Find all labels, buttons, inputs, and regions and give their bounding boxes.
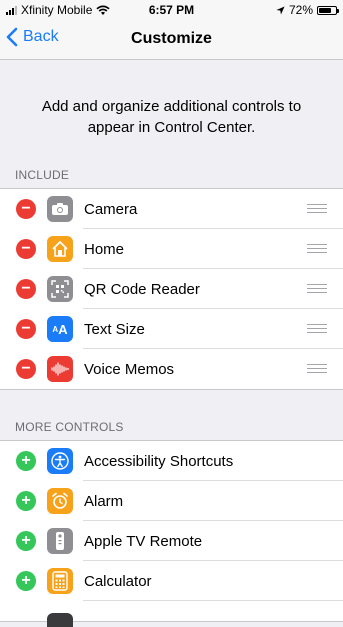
list-item: + Alarm <box>0 481 343 521</box>
status-bar: Xfinity Mobile 6:57 PM 72% <box>0 0 343 20</box>
accessibility-icon <box>47 448 73 474</box>
item-label: Home <box>84 240 125 258</box>
item-label: Calculator <box>84 572 152 590</box>
remove-button[interactable]: − <box>16 319 36 339</box>
include-list: − Camera − Home − QR Code Reader − A A T… <box>0 188 343 390</box>
add-button[interactable]: + <box>16 531 36 551</box>
remove-button[interactable]: − <box>16 359 36 379</box>
item-label: Voice Memos <box>84 360 175 378</box>
item-label: Accessibility Shortcuts <box>84 452 234 470</box>
remove-button[interactable]: − <box>16 199 36 219</box>
item-label: Apple TV Remote <box>84 532 203 550</box>
list-item: − Home <box>0 229 343 269</box>
item-label: Text Size <box>84 320 145 338</box>
add-button[interactable]: + <box>16 571 36 591</box>
more-controls-section-header: MORE CONTROLS <box>15 420 124 434</box>
app-icon <box>47 613 73 627</box>
remove-button[interactable]: − <box>16 239 36 259</box>
item-label: Alarm <box>84 492 124 510</box>
reorder-handle[interactable] <box>307 364 327 374</box>
reorder-handle[interactable] <box>307 204 327 214</box>
reorder-handle[interactable] <box>307 324 327 334</box>
item-label: QR Code Reader <box>84 280 200 298</box>
tv-remote-icon <box>47 528 73 554</box>
home-icon <box>47 236 73 262</box>
navigation-bar: Back Customize <box>0 20 343 60</box>
description-text: Add and organize additional controls to … <box>41 98 302 136</box>
qr-code-icon <box>47 276 73 302</box>
list-item: − QR Code Reader <box>0 269 343 309</box>
remove-button[interactable]: − <box>16 279 36 299</box>
reorder-handle[interactable] <box>307 284 327 294</box>
list-item: − Voice Memos <box>0 349 343 389</box>
camera-icon <box>47 196 73 222</box>
page-title: Customize <box>131 30 212 47</box>
voice-memos-icon <box>47 356 73 382</box>
add-button[interactable]: + <box>16 491 36 511</box>
status-right: 72% <box>276 3 339 17</box>
alarm-icon <box>47 488 73 514</box>
calculator-icon <box>47 568 73 594</box>
location-arrow-icon <box>276 5 285 15</box>
battery-percent: 72% <box>288 3 313 17</box>
list-item: + Apple TV Remote <box>0 521 343 561</box>
list-item: − Camera <box>0 189 343 229</box>
list-item: + Calculator <box>0 561 343 601</box>
item-label: Camera <box>84 200 138 218</box>
reorder-handle[interactable] <box>307 244 327 254</box>
more-controls-list: + Accessibility Shortcuts + Alarm + Appl… <box>0 440 343 627</box>
list-item <box>0 601 343 627</box>
list-item: + Accessibility Shortcuts <box>0 441 343 481</box>
text-size-icon: AA <box>47 316 73 342</box>
add-button[interactable]: + <box>16 451 36 471</box>
include-section-header: INCLUDE <box>15 168 70 182</box>
battery-icon <box>317 5 339 15</box>
list-item: − AA Text Size <box>0 309 343 349</box>
